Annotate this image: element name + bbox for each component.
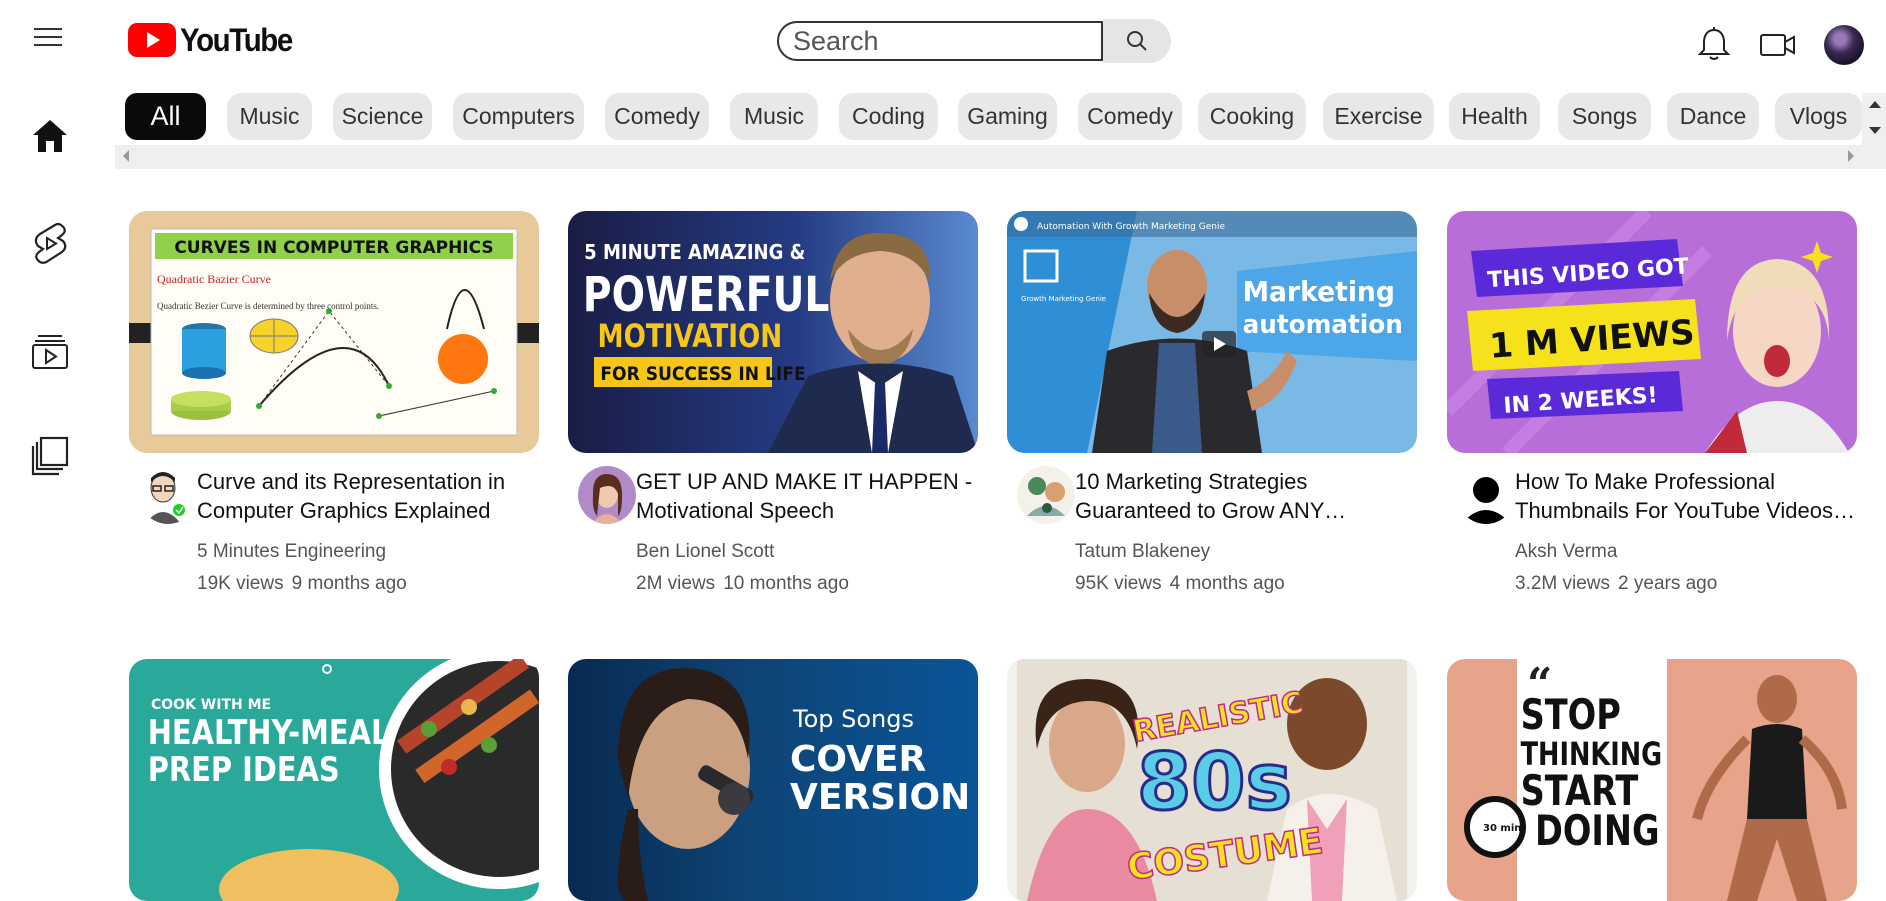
video-thumbnail[interactable]: Top Songs COVER VERSION xyxy=(568,659,978,901)
chip-music[interactable]: Music xyxy=(227,93,312,140)
thumb-line-3: MOTIVATION xyxy=(598,317,783,354)
thumb-line-1: Top Songs xyxy=(792,705,914,733)
video-thumbnail[interactable]: COOK WITH ME HEALTHY-MEAL PREP IDEAS xyxy=(129,659,539,901)
thumb-line-2: 80s xyxy=(1137,738,1292,828)
chip-all[interactable]: All xyxy=(125,93,206,140)
view-count: 19K views xyxy=(197,573,284,594)
thumb-brand: Growth Marketing Genie xyxy=(1021,295,1106,303)
video-meta: 19K views 9 months ago xyxy=(197,573,407,595)
upload-age: 10 months ago xyxy=(723,573,849,594)
thumb-line-1: STOP xyxy=(1521,690,1621,739)
thumb-heading: CURVES IN COMPUTER GRAPHICS xyxy=(174,238,493,258)
chip-exercise[interactable]: Exercise xyxy=(1323,93,1434,140)
menu-icon[interactable] xyxy=(30,22,66,50)
channel-avatar[interactable] xyxy=(139,466,197,524)
chips-vertical-scrollbar[interactable] xyxy=(1862,93,1886,169)
video-meta: 2M views 10 months ago xyxy=(636,573,849,595)
thumb-line-3: PREP IDEAS xyxy=(148,751,340,790)
timer-label: 30 min xyxy=(1483,823,1521,834)
chip-computers[interactable]: Computers xyxy=(453,93,584,140)
thumb-top-caption: Automation With Growth Marketing Genie xyxy=(1037,222,1225,232)
video-thumbnail[interactable]: THIS VIDEO GOT 1 M VIEWS IN 2 WEEKS! xyxy=(1447,211,1857,453)
chip-music-2[interactable]: Music xyxy=(730,93,818,140)
chip-dance[interactable]: Dance xyxy=(1667,93,1759,140)
upload-age: 9 months ago xyxy=(291,573,407,594)
chips-horizontal-scrollbar[interactable] xyxy=(115,145,1862,169)
video-thumbnail[interactable]: CURVES IN COMPUTER GRAPHICS Quadratic Ba… xyxy=(129,211,539,453)
chip-comedy-2[interactable]: Comedy xyxy=(1078,93,1182,140)
video-meta: 3.2M views 2 years ago xyxy=(1515,573,1717,595)
scroll-left-arrow-icon[interactable] xyxy=(123,150,129,162)
view-count: 2M views xyxy=(636,573,716,594)
thumb-subheading: Quadratic Bazier Curve xyxy=(157,272,271,286)
search-button[interactable] xyxy=(1103,19,1171,63)
thumb-line-1: Marketing xyxy=(1243,276,1395,308)
chip-cooking[interactable]: Cooking xyxy=(1198,93,1306,140)
chip-science[interactable]: Science xyxy=(333,93,432,140)
search-input[interactable] xyxy=(777,21,1103,61)
thumb-line-2: automation xyxy=(1243,308,1403,339)
video-title[interactable]: 10 Marketing Strategies Guaranteed to Gr… xyxy=(1075,467,1417,525)
channel-name[interactable]: Aksh Verma xyxy=(1515,541,1617,563)
search-icon xyxy=(1127,31,1147,51)
upload-age: 4 months ago xyxy=(1169,573,1285,594)
thumb-line-3: VERSION xyxy=(790,777,970,818)
video-thumbnail[interactable]: Automation With Growth Marketing Genie M… xyxy=(1007,211,1417,453)
video-title[interactable]: How To Make Professional Thumbnails For … xyxy=(1515,467,1857,525)
video-title[interactable]: Curve and its Representation in Computer… xyxy=(197,467,539,525)
thumb-line-1: COOK WITH ME xyxy=(151,697,271,713)
channel-name[interactable]: Ben Lionel Scott xyxy=(636,541,774,563)
thumb-line-2: HEALTHY-MEAL xyxy=(148,714,390,753)
top-bar: YouTube xyxy=(0,0,1886,84)
channel-name[interactable]: Tatum Blakeney xyxy=(1075,541,1210,563)
thumb-line-4: FOR SUCCESS IN LIFE xyxy=(600,363,805,385)
view-count: 3.2M views xyxy=(1515,573,1611,594)
video-thumbnail[interactable]: “ STOP THINKING START DOING 30 min xyxy=(1447,659,1857,901)
video-camera-icon[interactable] xyxy=(1760,32,1796,58)
bell-icon[interactable] xyxy=(1697,26,1731,62)
user-avatar[interactable] xyxy=(1824,25,1864,65)
video-thumbnail[interactable]: REALISTIC 80s COSTUME xyxy=(1007,659,1417,901)
chip-gaming[interactable]: Gaming xyxy=(958,93,1057,140)
chip-health[interactable]: Health xyxy=(1449,93,1540,140)
upload-age: 2 years ago xyxy=(1618,573,1718,594)
channel-avatar[interactable] xyxy=(1017,466,1075,524)
channel-name[interactable]: 5 Minutes Engineering xyxy=(197,541,386,563)
video-meta: 95K views 4 months ago xyxy=(1075,573,1285,595)
scroll-up-arrow-icon[interactable] xyxy=(1869,101,1881,108)
view-count: 95K views xyxy=(1075,573,1162,594)
logo-text: YouTube xyxy=(180,21,293,58)
subscriptions-icon[interactable] xyxy=(31,334,69,370)
channel-avatar[interactable] xyxy=(578,466,636,524)
thumb-line-4: DOING xyxy=(1535,806,1660,855)
video-title[interactable]: GET UP AND MAKE IT HAPPEN - Motivational… xyxy=(636,467,978,525)
shorts-icon[interactable] xyxy=(31,222,69,264)
chip-comedy[interactable]: Comedy xyxy=(605,93,709,140)
youtube-play-logo-icon xyxy=(128,23,176,57)
youtube-logo[interactable]: YouTube xyxy=(128,20,302,60)
library-icon[interactable] xyxy=(31,436,69,476)
home-icon[interactable] xyxy=(31,118,69,154)
scroll-down-arrow-icon[interactable] xyxy=(1869,127,1881,134)
search-bar xyxy=(777,19,1171,63)
thumb-line-2: POWERFUL xyxy=(583,267,830,323)
thumb-line-1: 5 MINUTE AMAZING & xyxy=(584,241,805,264)
thumb-caption: Quadratic Bezier Curve is determined by … xyxy=(157,301,379,311)
chip-songs[interactable]: Songs xyxy=(1558,93,1651,140)
scroll-right-arrow-icon[interactable] xyxy=(1848,150,1854,162)
chip-vlogs[interactable]: Vlogs xyxy=(1775,93,1862,140)
video-thumbnail[interactable]: 5 MINUTE AMAZING & POWERFUL MOTIVATION F… xyxy=(568,211,978,453)
thumb-line-2: COVER xyxy=(790,739,926,780)
channel-avatar[interactable] xyxy=(1457,466,1515,524)
chip-coding[interactable]: Coding xyxy=(839,93,938,140)
